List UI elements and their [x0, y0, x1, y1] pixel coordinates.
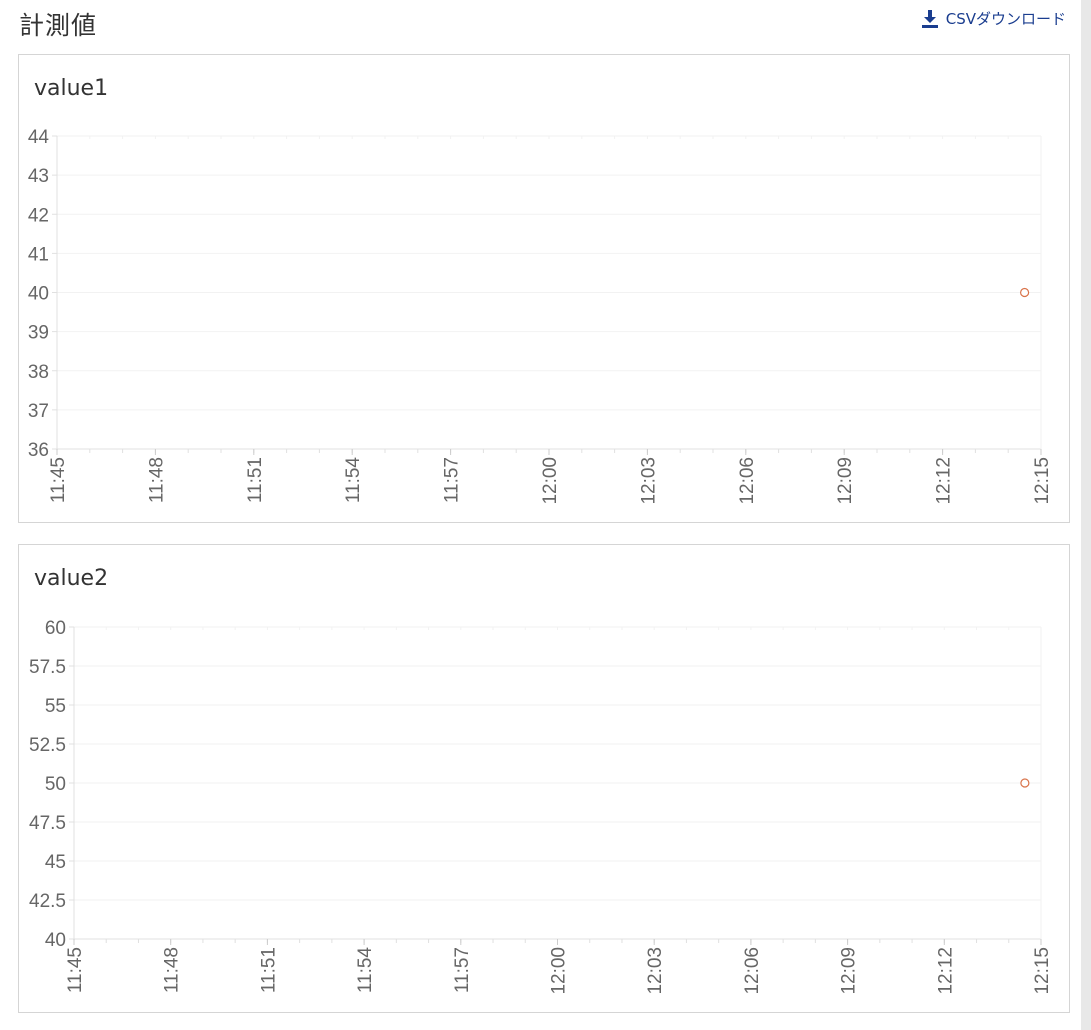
chart-panel-value2: value2 40 42.5 45 47.5 50 52.5 55 57.5 60 11:45 11… — [18, 544, 1070, 1013]
y-tick-label: 50 — [45, 774, 66, 795]
chart-value2: 40 42.5 45 47.5 50 52.5 55 57.5 60 11:45 11:48 11:5… — [29, 618, 1053, 995]
y-tick-label: 60 — [45, 618, 66, 639]
x-tick-label: 12:09 — [835, 457, 856, 505]
chart-panel-value1: value1 36 37 38 39 40 41 42 43 44 11:45 11:48 11:51… — [18, 54, 1070, 523]
x-tick-label: 11:57 — [452, 947, 473, 993]
y-tick-label: 42.5 — [29, 891, 66, 912]
x-tick-label: 11:57 — [442, 457, 463, 503]
page-header: 計測値 CSVダウンロード — [0, 0, 1081, 50]
y-tick-label: 40 — [45, 930, 66, 951]
y-tick-label: 39 — [28, 323, 49, 344]
y-tick-label: 36 — [28, 440, 49, 461]
y-tick-label: 45 — [45, 852, 66, 873]
y-tick-label: 37 — [28, 401, 49, 422]
x-tick-label: 12:15 — [1032, 457, 1053, 505]
x-tick-label: 12:06 — [737, 457, 758, 505]
page-title: 計測値 — [19, 11, 98, 40]
download-icon — [921, 9, 938, 28]
data-point — [1020, 778, 1030, 788]
csv-download-label: CSVダウンロード — [945, 10, 1066, 28]
x-tick-label: 12:12 — [935, 947, 956, 995]
x-tick-label: 12:12 — [934, 457, 955, 505]
x-tick-label: 12:09 — [839, 947, 860, 995]
x-tick-label: 12:03 — [645, 947, 666, 995]
x-tick-label: 12:06 — [742, 947, 763, 995]
x-tick-label: 11:51 — [258, 947, 279, 993]
chart-value1: 36 37 38 39 40 41 42 43 44 11:45 11:48 11:51 11:54 11… — [28, 127, 1053, 505]
data-point — [1019, 287, 1030, 298]
y-tick-label: 47.5 — [29, 813, 66, 834]
y-tick-label: 43 — [28, 166, 49, 187]
x-tick-label: 12:00 — [540, 457, 561, 505]
x-tick-label: 11:48 — [162, 947, 183, 993]
y-tick-label: 52.5 — [29, 735, 66, 756]
x-tick-label: 11:48 — [146, 457, 167, 503]
x-tick-label: 12:03 — [638, 457, 659, 505]
x-tick-label: 11:54 — [355, 947, 376, 994]
x-tick-label: 12:15 — [1032, 947, 1053, 995]
csv-download-button[interactable]: CSVダウンロード — [921, 8, 1066, 29]
x-tick-label: 12:00 — [549, 947, 570, 995]
y-tick-label: 42 — [28, 205, 49, 226]
y-tick-label: 44 — [28, 127, 50, 148]
x-tick-label: 11:51 — [245, 457, 266, 503]
y-tick-label: 57.5 — [29, 657, 66, 678]
x-tick-label: 11:45 — [65, 947, 86, 993]
y-tick-label: 40 — [28, 284, 49, 305]
y-tick-label: 55 — [45, 696, 66, 717]
y-tick-label: 41 — [28, 244, 49, 265]
y-tick-label: 38 — [28, 362, 49, 383]
x-tick-label: 11:45 — [48, 457, 69, 503]
scrollbar-track[interactable] — [1081, 0, 1091, 1030]
x-tick-label: 11:54 — [343, 457, 364, 504]
